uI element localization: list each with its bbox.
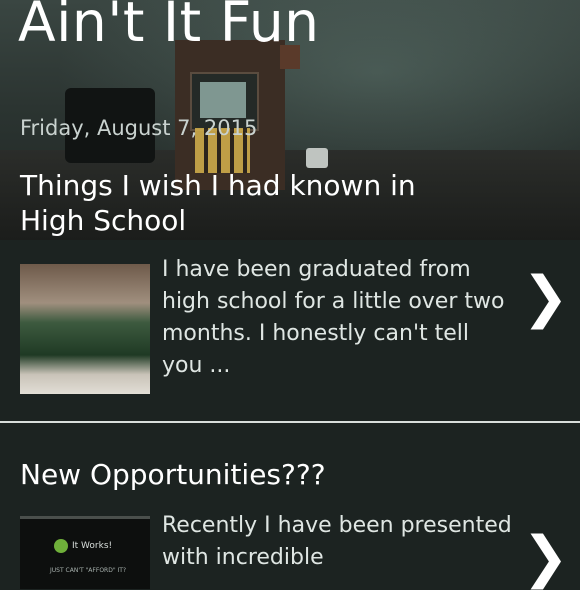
chevron-right-icon-2[interactable]: ❯ — [522, 530, 569, 586]
thumbnail-subtext: JUST CAN'T "AFFORD" IT? — [50, 567, 127, 574]
post-card-1[interactable]: I have been graduated from high school f… — [0, 240, 580, 421]
blog-header: Ain't It Fun Friday, August 7, 2015 Thin… — [0, 0, 580, 240]
blog-title[interactable]: Ain't It Fun — [18, 0, 320, 54]
post-date: Friday, August 7, 2015 — [20, 116, 258, 140]
header-bucket — [306, 148, 328, 168]
post-divider — [0, 421, 580, 423]
chevron-right-icon[interactable]: ❯ — [522, 270, 569, 326]
post-snippet: I have been graduated from high school f… — [162, 257, 505, 378]
post-snippet-2: Recently I have been presented with incr… — [162, 513, 512, 570]
post-card-2[interactable]: It Works! JUST CAN'T "AFFORD" IT? Recent… — [0, 500, 580, 589]
thumbnail-text: It Works! — [72, 541, 113, 551]
post-thumbnail-2[interactable]: It Works! JUST CAN'T "AFFORD" IT? — [20, 516, 150, 589]
post-thumbnail[interactable] — [20, 264, 150, 394]
post-title[interactable]: Things I wish I had known in High School — [20, 168, 440, 238]
header-tv-screen — [200, 82, 246, 118]
thumbnail-logo-icon — [54, 539, 68, 553]
post-title-2[interactable]: New Opportunities??? — [20, 458, 326, 491]
